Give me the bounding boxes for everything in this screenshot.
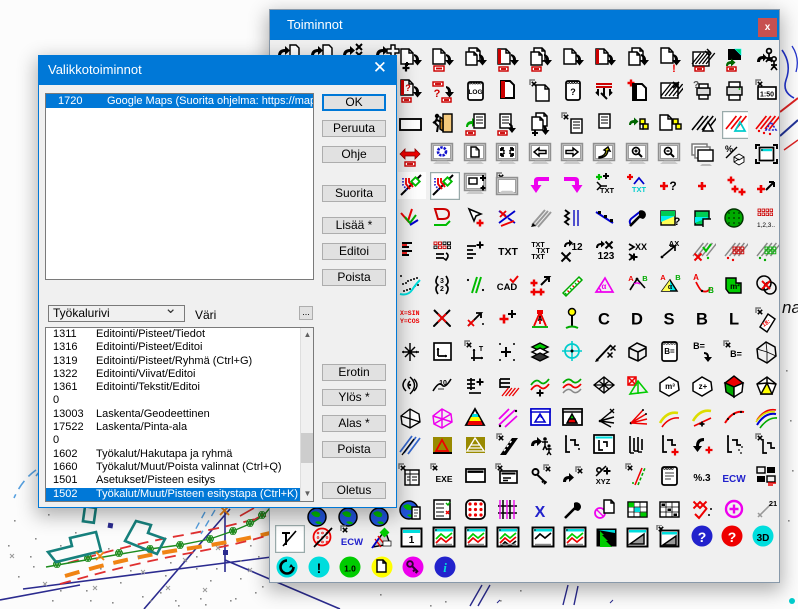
svg-text:B: B [642,274,648,283]
svg-text:C: C [598,311,610,329]
svg-text:B: B [708,286,714,295]
svg-text:D: D [631,311,643,329]
svg-text:TXT: TXT [600,186,615,195]
svg-text:B: B [675,273,681,282]
svg-text:B=: B= [693,341,705,351]
svg-text:!: ! [672,63,676,74]
svg-text:%.3: %.3 [693,473,711,484]
svg-text:1:50: 1:50 [760,92,774,99]
svg-text:XYZ: XYZ [596,477,611,486]
svg-text:i: i [443,560,447,575]
svg-text:XX: XX [635,242,647,252]
svg-text:X: X [535,504,546,521]
svg-text:TXT: TXT [498,246,518,258]
svg-text:B=: B= [664,347,675,356]
svg-text:Y=COS: Y=COS [400,318,420,325]
svg-text:?: ? [728,529,737,545]
svg-text:A: A [537,316,542,323]
svg-text:1,2,3..: 1,2,3.. [757,222,775,229]
svg-text:3D: 3D [757,533,770,544]
svg-text:m²: m² [730,282,740,291]
svg-text:z+: z+ [699,382,708,391]
svg-text:123: 123 [598,251,615,262]
svg-text:T: T [479,346,484,353]
svg-text:B: B [696,311,708,329]
svg-text:B=: B= [730,349,742,359]
svg-text:CAD: CAD [497,282,518,293]
svg-text:na: na [782,298,798,317]
svg-text:?: ? [674,216,681,228]
svg-text:TXT: TXT [531,254,545,261]
svg-text:A: A [693,273,699,282]
svg-text:1: 1 [409,535,415,546]
svg-text:α: α [668,284,673,291]
svg-text:!: ! [317,560,322,576]
svg-text:X=SIN: X=SIN [400,310,420,317]
svg-text:?: ? [405,83,411,93]
svg-text:?: ? [698,529,707,545]
svg-text:10: 10 [439,380,447,387]
svg-text:L: L [729,311,739,329]
svg-text:TXT: TXT [632,185,647,194]
svg-text:A: A [628,274,634,283]
svg-text:m³: m³ [665,382,675,391]
svg-text:α: α [602,282,607,291]
svg-text:21: 21 [769,499,777,508]
svg-text:S: S [663,311,674,329]
svg-text:2: 2 [440,286,444,293]
svg-text:12: 12 [571,242,583,253]
svg-text:ECW: ECW [341,537,363,548]
svg-text:A: A [538,414,542,420]
svg-text:?: ? [434,88,441,100]
svg-text:?: ? [570,87,576,97]
svg-text:3: 3 [440,278,444,285]
svg-text:1.0: 1.0 [344,564,356,574]
svg-text:AX: AX [669,239,679,248]
svg-text:?: ? [669,179,676,193]
svg-text:LOG: LOG [468,89,482,96]
svg-text:EXE: EXE [435,474,452,484]
svg-text:ECW: ECW [722,474,746,485]
svg-text:A: A [660,273,666,282]
